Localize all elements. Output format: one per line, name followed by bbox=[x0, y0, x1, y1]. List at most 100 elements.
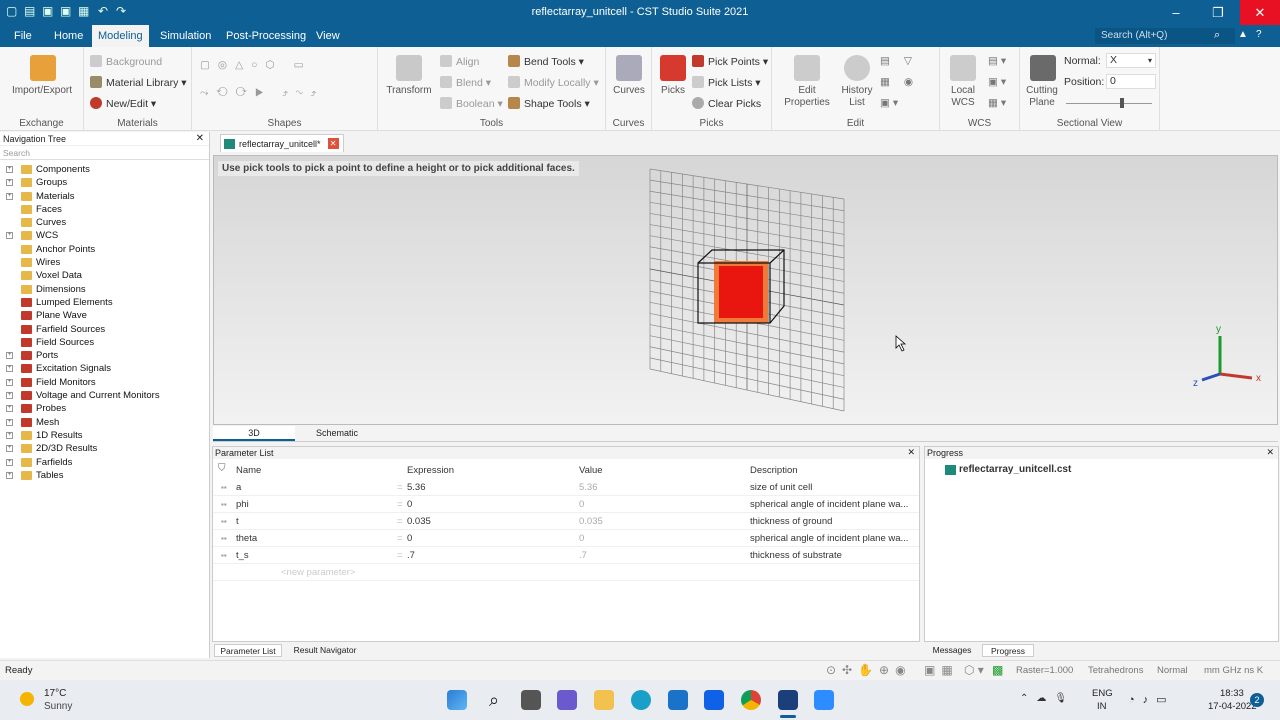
column-expression[interactable]: Expression bbox=[407, 465, 454, 476]
edge-browser-icon[interactable] bbox=[631, 690, 651, 710]
close-icon[interactable]: ✕ bbox=[1266, 447, 1274, 458]
patch-cube[interactable] bbox=[697, 249, 785, 324]
system-tray-icons[interactable]: ⌃☁🎙 bbox=[1020, 693, 1075, 704]
status-mesh-type[interactable]: Tetrahedrons bbox=[1088, 665, 1143, 676]
edit-small-tools-3[interactable]: ▣ ▾ bbox=[880, 97, 898, 109]
cell-expr[interactable]: 0 bbox=[407, 496, 412, 513]
shape-primitives-row[interactable]: ▢◎△○⬡ ▭ bbox=[200, 59, 312, 71]
blend-button[interactable]: Blend ▾ bbox=[440, 76, 491, 89]
notification-badge[interactable]: 2 bbox=[1250, 693, 1264, 707]
menu-home[interactable]: Home bbox=[48, 25, 89, 47]
language-region[interactable]: IN bbox=[1097, 701, 1107, 712]
history-list-button[interactable]: History List bbox=[836, 85, 878, 109]
tab-schematic[interactable]: Schematic bbox=[307, 426, 367, 441]
cell-expr[interactable]: 0.035 bbox=[407, 513, 431, 530]
mail-icon[interactable] bbox=[668, 690, 688, 710]
position-slider[interactable] bbox=[1066, 103, 1152, 104]
wcs-tool-1[interactable]: ▤ ▾ bbox=[988, 55, 1006, 67]
transform-button[interactable]: Transform bbox=[380, 85, 438, 97]
edit-properties-button[interactable]: Edit Properties bbox=[778, 85, 836, 109]
cell-expr[interactable]: 0 bbox=[407, 530, 412, 547]
tree-item[interactable]: +2D/3D Results bbox=[0, 442, 209, 455]
table-row[interactable]: ▪▪ = t_s .7 .7 thickness of substrate bbox=[213, 547, 919, 564]
new-parameter-placeholder[interactable]: <new parameter> bbox=[281, 564, 355, 581]
progress-file-label[interactable]: reflectarray_unitcell.cst bbox=[959, 464, 1071, 475]
edit-small-tools[interactable]: ▤▽ bbox=[880, 55, 926, 67]
view-tools-icons[interactable]: ⊙✣✋⊕◉ bbox=[826, 663, 912, 677]
close-icon[interactable]: ✕ bbox=[907, 447, 915, 458]
menu-simulation[interactable]: Simulation bbox=[154, 25, 217, 47]
search-icon[interactable]: ⌕ bbox=[1214, 29, 1220, 42]
tree-item[interactable]: + Tables bbox=[0, 469, 209, 482]
curves-button[interactable]: Curves bbox=[606, 85, 652, 97]
minimize-icon[interactable]: – bbox=[1156, 0, 1196, 25]
expand-icon[interactable]: + bbox=[6, 471, 13, 479]
cell-desc[interactable]: spherical angle of incident plane wa... bbox=[750, 530, 908, 547]
background-button[interactable]: Background bbox=[90, 55, 162, 68]
table-row[interactable]: ▪▪ = phi 0 0 spherical angle of incident plan… bbox=[213, 496, 919, 513]
position-input[interactable]: 0 bbox=[1106, 74, 1156, 89]
normal-select[interactable]: X ▾ bbox=[1106, 53, 1156, 68]
bend-tools-button[interactable]: Bend Tools ▾ bbox=[508, 55, 584, 68]
tab-3d[interactable]: 3D bbox=[213, 426, 295, 441]
tree-item[interactable]: + Voltage and Current Monitors bbox=[0, 389, 209, 402]
align-button[interactable]: Align bbox=[440, 55, 479, 68]
tree-item[interactable]: Curves bbox=[0, 216, 209, 229]
cell-name[interactable]: t_s bbox=[236, 547, 249, 564]
navigation-search-input[interactable]: Search bbox=[0, 146, 209, 160]
table-row[interactable]: ▪▪ = t 0.035 0.035 thickness of ground bbox=[213, 513, 919, 530]
expand-icon[interactable] bbox=[6, 326, 13, 333]
tree-item[interactable]: + Farfields bbox=[0, 456, 209, 469]
expand-icon[interactable] bbox=[6, 219, 13, 226]
cell-name[interactable]: phi bbox=[236, 496, 249, 513]
tree-item[interactable]: Plane Wave bbox=[0, 309, 209, 322]
expand-icon[interactable]: + bbox=[6, 365, 13, 373]
wcs-tool-2[interactable]: ▣ ▾ bbox=[988, 76, 1006, 88]
expand-icon[interactable]: + bbox=[6, 458, 13, 466]
picks-button[interactable]: Picks bbox=[652, 85, 694, 97]
cell-expr[interactable]: .7 bbox=[407, 547, 415, 564]
clock-date[interactable]: 17-04-2022 bbox=[1208, 701, 1257, 712]
chrome-icon[interactable] bbox=[741, 690, 761, 710]
tab-messages[interactable]: Messages bbox=[926, 644, 978, 657]
import-export-button[interactable]: Import/Export bbox=[4, 85, 80, 97]
new-parameter-row[interactable]: <new parameter> bbox=[213, 564, 919, 581]
table-row[interactable]: ▪▪ = a 5.36 5.36 size of unit cell bbox=[213, 479, 919, 496]
help-icon[interactable]: ? bbox=[1256, 29, 1262, 40]
windows-start-icon[interactable] bbox=[447, 690, 467, 710]
cell-desc[interactable]: size of unit cell bbox=[750, 479, 812, 496]
model-view[interactable]: y x z bbox=[214, 156, 1277, 424]
tree-item[interactable]: + Materials bbox=[0, 190, 209, 203]
tree-item[interactable]: + Ports bbox=[0, 349, 209, 362]
expand-icon[interactable] bbox=[6, 206, 13, 213]
tab-result-navigator[interactable]: Result Navigator bbox=[288, 644, 362, 657]
tree-item[interactable]: + Excitation Signals bbox=[0, 362, 209, 375]
menu-view[interactable]: View bbox=[310, 25, 346, 47]
expand-icon[interactable]: + bbox=[6, 192, 13, 200]
tree-item[interactable]: Farfield Sources bbox=[0, 323, 209, 336]
tree-item[interactable]: Lumped Elements bbox=[0, 296, 209, 309]
cell-expr[interactable]: 5.36 bbox=[407, 479, 426, 496]
collapse-ribbon-icon[interactable]: ▲ bbox=[1238, 29, 1248, 40]
3d-viewport[interactable]: Use pick tools to pick a point to define… bbox=[213, 155, 1278, 425]
tree-item[interactable]: Voxel Data bbox=[0, 269, 209, 282]
language-indicator[interactable]: ENG bbox=[1092, 688, 1113, 699]
cell-name[interactable]: theta bbox=[236, 530, 257, 547]
menu-file[interactable]: File bbox=[8, 25, 38, 47]
clock-time[interactable]: 18:33 bbox=[1220, 688, 1244, 699]
file-explorer-icon[interactable] bbox=[594, 690, 614, 710]
tree-item[interactable]: + Probes bbox=[0, 402, 209, 415]
column-name[interactable]: Name bbox=[236, 465, 261, 476]
local-wcs-button[interactable]: Local WCS bbox=[940, 85, 986, 109]
tree-item[interactable]: Field Sources bbox=[0, 336, 209, 349]
expand-icon[interactable] bbox=[6, 339, 13, 346]
tab-parameter-list[interactable]: Parameter List bbox=[214, 644, 282, 657]
cell-desc[interactable]: spherical angle of incident plane wa... bbox=[750, 496, 908, 513]
tree-item[interactable]: +1D Results bbox=[0, 429, 209, 442]
close-icon[interactable]: ✕ bbox=[1240, 0, 1280, 25]
restore-icon[interactable]: ❐ bbox=[1198, 0, 1238, 25]
weather-temp[interactable]: 17°C bbox=[44, 688, 66, 699]
document-tab[interactable]: reflectarray_unitcell* ✕ bbox=[220, 134, 344, 152]
expand-icon[interactable] bbox=[6, 272, 13, 279]
cell-name[interactable]: t bbox=[236, 513, 239, 530]
